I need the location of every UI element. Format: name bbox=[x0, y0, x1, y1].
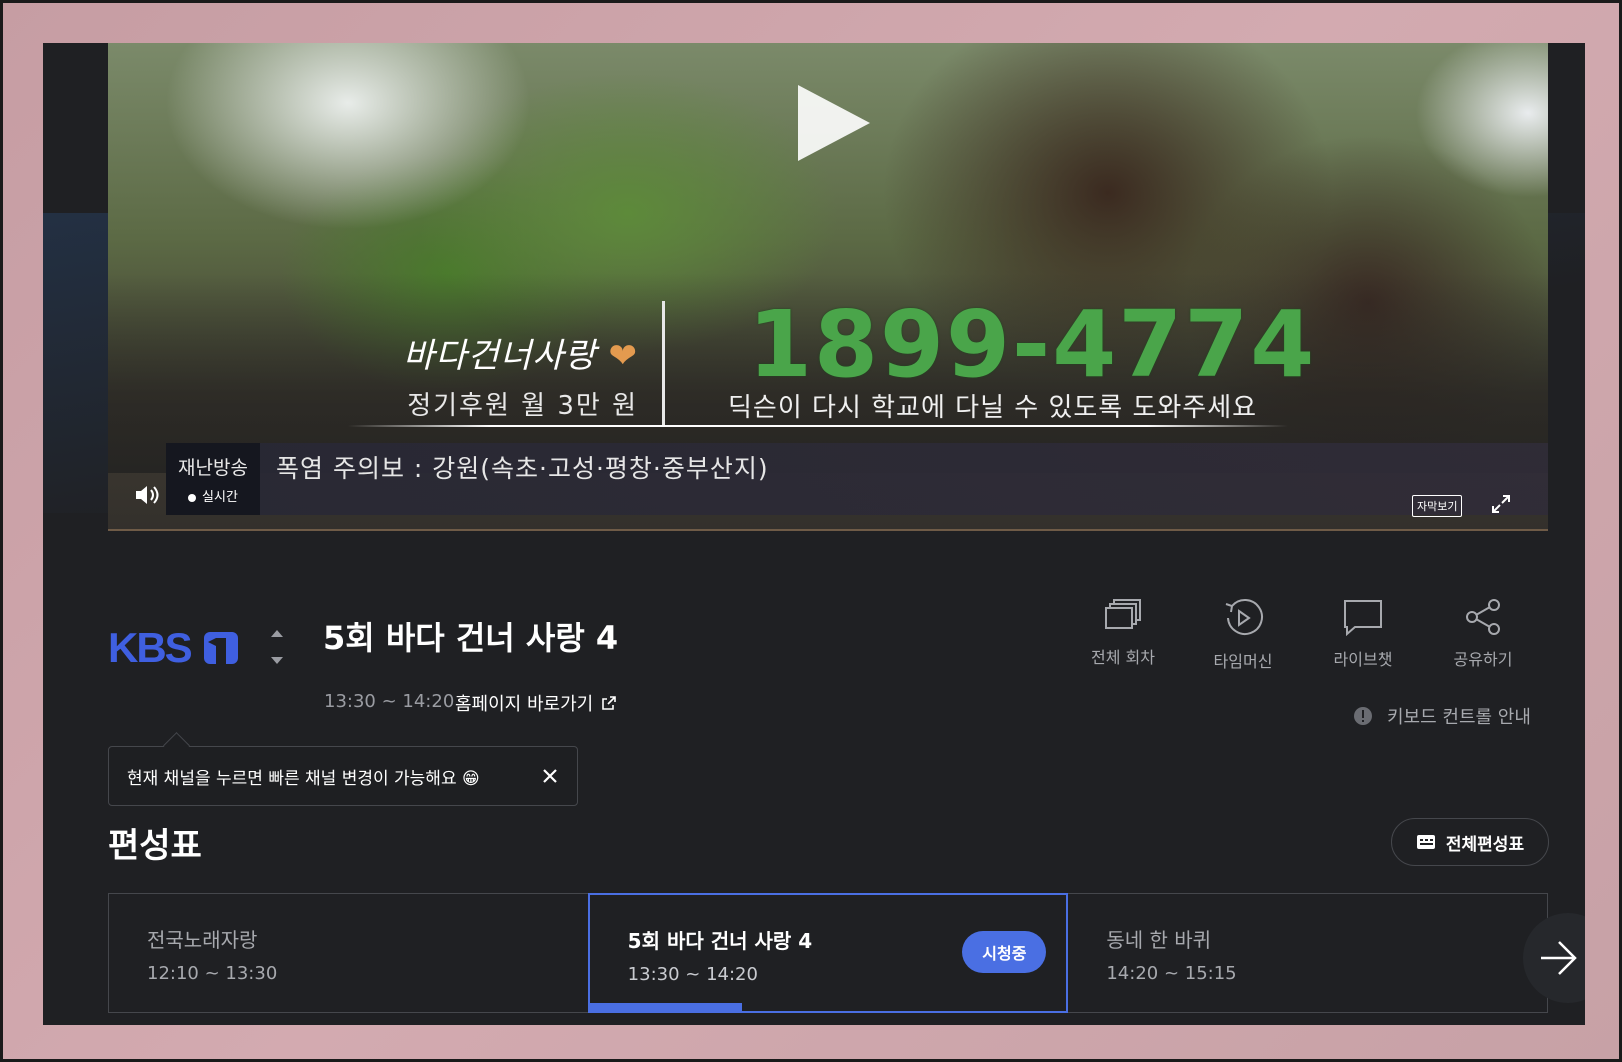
channel-switch-arrows[interactable] bbox=[269, 625, 285, 669]
share-label: 공유하기 bbox=[1453, 650, 1513, 669]
full-schedule-button[interactable]: 전체편성표 bbox=[1391, 818, 1549, 866]
donation-description: 딕슨이 다시 학교에 다닐 수 있도록 도와주세요 bbox=[728, 393, 1258, 423]
schedule-item[interactable]: 전국노래자랑 12:10 ~ 13:30 bbox=[109, 894, 588, 1012]
fullscreen-icon[interactable] bbox=[1490, 493, 1512, 515]
homepage-link[interactable]: 홈페이지 바로가기 bbox=[455, 690, 617, 716]
arrow-right-icon bbox=[1541, 941, 1577, 975]
program-title: 5회 바다 건너 사랑 4 bbox=[323, 619, 619, 657]
ticker-badge: 재난방송 실시간 bbox=[166, 443, 260, 515]
caption-rule bbox=[348, 425, 1288, 427]
full-schedule-label: 전체편성표 bbox=[1445, 834, 1525, 855]
homepage-link-label: 홈페이지 바로가기 bbox=[455, 694, 594, 715]
schedule-item-name: 전국노래자랑 bbox=[147, 928, 258, 952]
external-link-icon bbox=[602, 696, 617, 710]
schedule-item-time: 12:10 ~ 13:30 bbox=[147, 963, 278, 984]
live-chat-label: 라이브챗 bbox=[1333, 650, 1393, 669]
share-icon bbox=[1466, 599, 1500, 635]
screen-frame: 바다건너사랑 ❤ 정기후원 월 3만 원 1899-4774 딕슨이 다시 학교… bbox=[0, 0, 1622, 1062]
ticker-text: 폭염 주의보 : 강원(속초·고성·평창·중부산지) bbox=[276, 454, 769, 483]
schedule-list: 전국노래자랑 12:10 ~ 13:30 5회 바다 건너 사랑 4 13:30… bbox=[108, 893, 1548, 1013]
info-icon bbox=[1354, 707, 1372, 725]
schedule-item-current[interactable]: 5회 바다 건너 사랑 4 13:30 ~ 14:20 시청중 bbox=[587, 893, 1069, 1013]
disaster-ticker: 재난방송 실시간 폭염 주의보 : 강원(속초·고성·평창·중부산지) bbox=[166, 443, 1548, 515]
video-player[interactable]: 바다건너사랑 ❤ 정기후원 월 3만 원 1899-4774 딕슨이 다시 학교… bbox=[108, 43, 1548, 531]
kbs1-logo[interactable]: KBS bbox=[108, 628, 248, 668]
channel-tip-tooltip: 현재 채널을 누르면 빠른 채널 변경이 가능해요 😁 bbox=[108, 746, 578, 806]
live-dot-icon bbox=[188, 493, 197, 502]
timemachine-button[interactable]: 타임머신 bbox=[1183, 598, 1303, 672]
watching-badge: 시청중 bbox=[962, 931, 1047, 973]
tooltip-text: 현재 채널을 누르면 빠른 채널 변경이 가능해요 😁 bbox=[127, 768, 480, 789]
donation-phone-number: 1899-4774 bbox=[748, 291, 1317, 398]
program-time: 13:30 ~ 14:20 bbox=[324, 691, 455, 712]
volume-icon[interactable] bbox=[133, 483, 161, 507]
timemachine-icon bbox=[1225, 599, 1263, 635]
live-tv-page: 바다건너사랑 ❤ 정기후원 월 3만 원 1899-4774 딕슨이 다시 학교… bbox=[43, 43, 1585, 1025]
keyboard-guide[interactable]: 키보드 컨트롤 안내 bbox=[1353, 703, 1531, 729]
svg-text:KBS: KBS bbox=[108, 628, 192, 668]
ticker-badge-label: 재난방송 bbox=[178, 457, 248, 479]
caption-script: 바다건너사랑 bbox=[403, 336, 597, 376]
calendar-icon bbox=[1416, 835, 1435, 849]
schedule-title: 편성표 bbox=[108, 826, 202, 866]
schedule-item[interactable]: 동네 한 바퀴 14:20 ~ 15:15 bbox=[1068, 894, 1547, 1012]
share-button[interactable]: 공유하기 bbox=[1423, 598, 1543, 672]
play-icon[interactable] bbox=[798, 85, 870, 161]
all-episodes-button[interactable]: 전체 회차 bbox=[1063, 598, 1183, 672]
chat-icon bbox=[1344, 600, 1382, 636]
keyboard-guide-label: 키보드 컨트롤 안내 bbox=[1387, 707, 1531, 728]
schedule-item-time: 14:20 ~ 15:15 bbox=[1106, 963, 1237, 984]
all-episodes-label: 전체 회차 bbox=[1091, 648, 1155, 667]
program-progress-fill bbox=[589, 1003, 743, 1011]
program-actions: 전체 회차 타임머신 라이브챗 공유하기 bbox=[1063, 598, 1543, 672]
caption-sub: 정기후원 월 3만 원 bbox=[407, 391, 638, 421]
close-icon[interactable] bbox=[541, 767, 559, 785]
ticker-live-label: 실시간 bbox=[202, 490, 238, 505]
player-progress-line bbox=[108, 529, 1548, 531]
heart-icon: ❤ bbox=[608, 336, 638, 376]
schedule-item-name: 동네 한 바퀴 bbox=[1106, 928, 1212, 952]
live-chat-button[interactable]: 라이브챗 bbox=[1303, 598, 1423, 672]
episodes-icon bbox=[1105, 599, 1141, 629]
subtitle-button[interactable]: 자막보기 bbox=[1412, 495, 1463, 517]
program-progress-bar bbox=[589, 1003, 1067, 1011]
timemachine-label: 타임머신 bbox=[1213, 652, 1273, 671]
caption-left: 바다건너사랑 ❤ 정기후원 월 3만 원 bbox=[338, 328, 638, 422]
caption-divider bbox=[662, 301, 665, 425]
